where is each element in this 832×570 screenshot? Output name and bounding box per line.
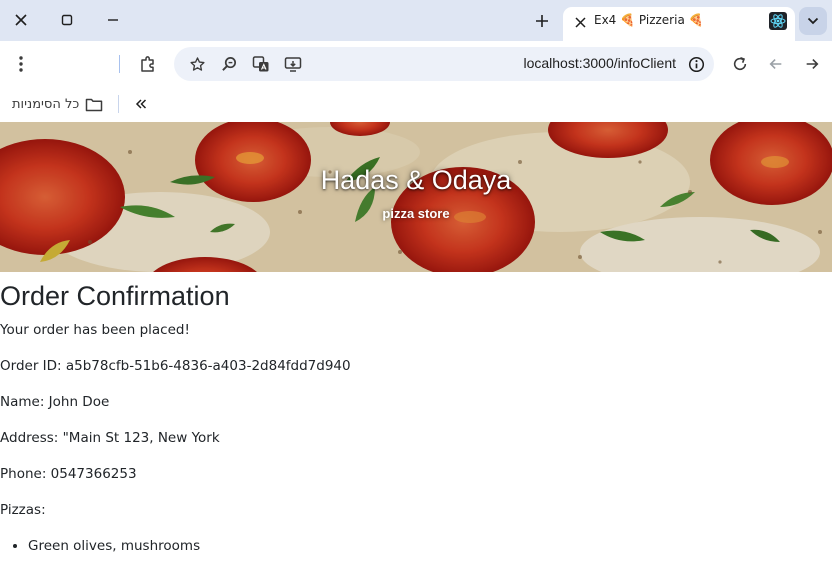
customer-name: Name: John Doe (0, 394, 110, 410)
folder-icon (86, 98, 103, 111)
hero-title: Hadas & Odaya (320, 165, 512, 195)
react-icon (769, 12, 787, 30)
double-chevron-icon[interactable] (130, 93, 152, 115)
bookmarks-divider (118, 95, 119, 113)
zoom-icon[interactable] (214, 49, 244, 79)
star-icon[interactable] (182, 49, 212, 79)
bookmarks-bar: כל הסימניות (0, 87, 832, 121)
reload-icon[interactable] (725, 49, 755, 79)
hero-subtitle: pizza store (382, 206, 450, 221)
pizza-background-image (0, 122, 832, 272)
info-icon[interactable] (686, 54, 706, 74)
hero-banner: Hadas & Odaya pizza store (0, 122, 832, 272)
puzzle-icon[interactable] (133, 49, 163, 79)
all-bookmarks-button[interactable]: כל הסימניות (12, 93, 103, 115)
pizza-list: Green olives, mushrooms (0, 536, 832, 556)
order-message: Your order has been placed! (0, 322, 190, 338)
order-id: Order ID: a5b78cfb-51b6-4836-a403-2d84fd… (0, 358, 351, 374)
address-bar[interactable]: localhost:3000/infoClient (174, 47, 714, 81)
arrow-left-icon[interactable] (761, 49, 791, 79)
list-item: Green olives, mushrooms (28, 536, 832, 556)
close-icon[interactable] (6, 6, 36, 34)
minimize-icon[interactable] (98, 6, 128, 34)
customer-phone: Phone: 0547366253 (0, 466, 137, 482)
toolbar: localhost:3000/infoClient (0, 41, 832, 87)
plus-icon (536, 15, 548, 27)
tab-title: Ex4 🍕 Pizzeria 🍕 (594, 13, 704, 27)
arrow-right-icon[interactable] (797, 49, 827, 79)
all-bookmarks-label: כל הסימניות (12, 96, 80, 112)
toolbar-divider (119, 55, 120, 73)
order-confirmation: Order Confirmation Your order has been p… (0, 280, 832, 556)
tab-close-icon[interactable] (569, 11, 591, 33)
kebab-menu-icon[interactable] (6, 49, 36, 79)
chevron-down-icon (807, 17, 819, 25)
tab-search-button[interactable] (799, 7, 827, 35)
new-tab-button[interactable] (528, 7, 556, 35)
active-tab[interactable]: Ex4 🍕 Pizzeria 🍕 (563, 7, 795, 41)
translate-icon[interactable] (246, 49, 276, 79)
tab-strip: Ex4 🍕 Pizzeria 🍕 (0, 0, 832, 41)
url-text: localhost:3000/infoClient (523, 55, 676, 71)
customer-address: Address: "Main St 123, New York (0, 430, 220, 446)
page-title: Order Confirmation (0, 281, 230, 311)
install-app-icon[interactable] (278, 49, 308, 79)
maximize-icon[interactable] (52, 6, 82, 34)
pizzas-label: Pizzas: (0, 502, 46, 518)
